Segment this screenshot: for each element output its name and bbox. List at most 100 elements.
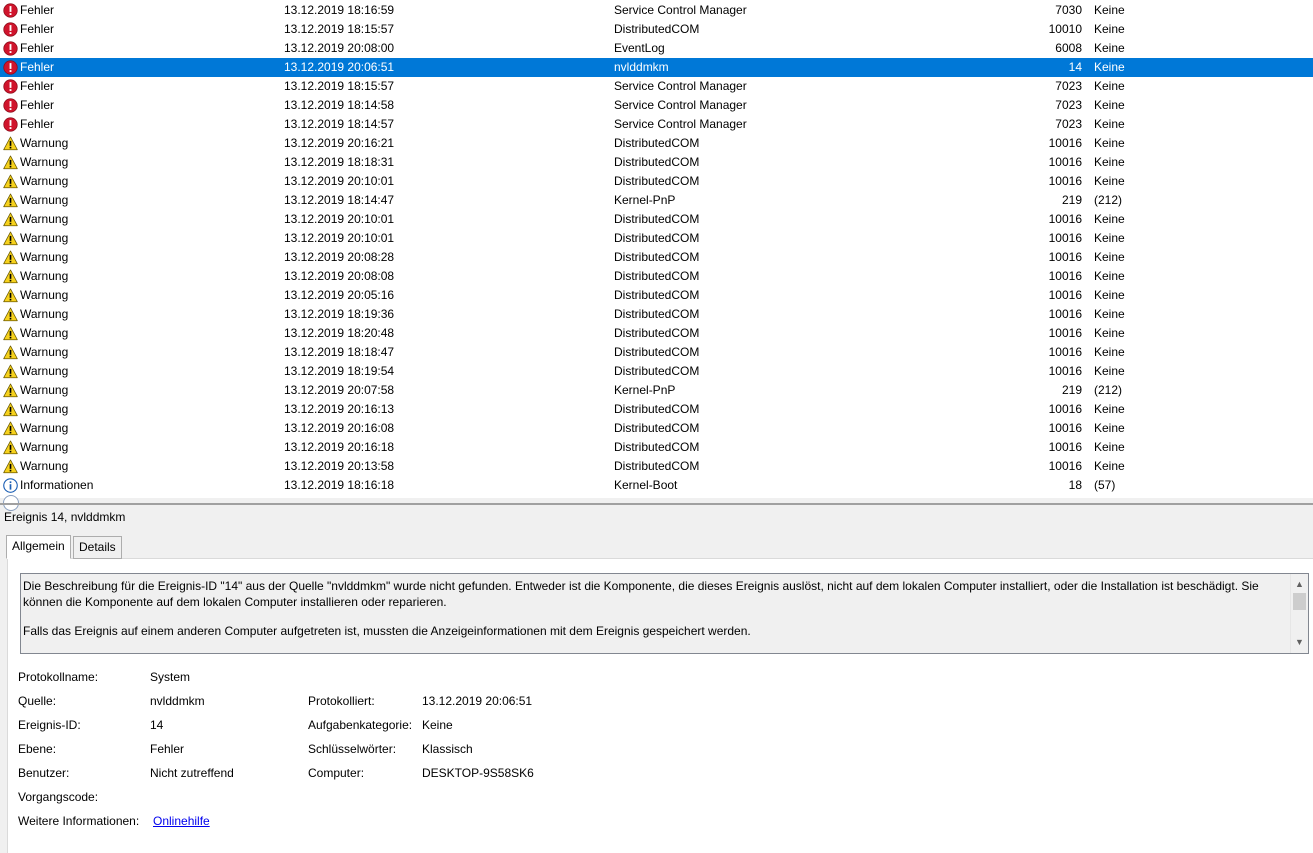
table-row[interactable]: Fehler 13.12.2019 18:14:57 Service Control…	[0, 115, 1313, 134]
table-row[interactable]: Warnung 13.12.2019 18:19:36 DistributedCOM…	[0, 305, 1313, 324]
category-cell: Keine	[1094, 440, 1125, 454]
category-cell: Keine	[1094, 250, 1125, 264]
description-box[interactable]: Die Beschreibung für die Ereignis-ID "14…	[20, 573, 1309, 654]
table-row[interactable]: Warnung 13.12.2019 18:19:54 DistributedCOM…	[0, 362, 1313, 381]
table-row[interactable]: Warnung 13.12.2019 20:07:58 Kernel-PnP 219 (…	[0, 381, 1313, 400]
level-cell: Warnung	[20, 364, 69, 378]
source-cell: DistributedCOM	[614, 250, 700, 264]
warning-icon	[3, 212, 18, 227]
table-row[interactable]: Fehler 13.12.2019 18:16:59 Service Control…	[0, 1, 1313, 20]
table-row[interactable]: Warnung 13.12.2019 20:13:58 DistributedCOM…	[0, 457, 1313, 476]
level-cell: Warnung	[20, 402, 69, 416]
description-scrollbar[interactable]: ▲ ▼	[1290, 574, 1308, 653]
datetime-cell: 13.12.2019 18:16:18	[284, 478, 395, 492]
table-row[interactable]: Warnung 13.12.2019 20:10:01 DistributedCOM…	[0, 229, 1313, 248]
event-id-cell: 7023	[1055, 98, 1082, 112]
warning-icon	[3, 402, 18, 417]
source-cell: DistributedCOM	[614, 326, 700, 340]
source-cell: EventLog	[614, 41, 665, 55]
scroll-down-icon[interactable]: ▼	[1295, 637, 1304, 647]
table-row[interactable]: Warnung 13.12.2019 18:14:47 Kernel-PnP 219 (…	[0, 191, 1313, 210]
table-row[interactable]: Warnung 13.12.2019 20:10:01 DistributedCOM…	[0, 172, 1313, 191]
datetime-cell: 13.12.2019 18:20:48	[284, 326, 395, 340]
category-cell: Keine	[1094, 345, 1125, 359]
table-row[interactable]: Warnung 13.12.2019 20:16:08 DistributedCOM…	[0, 419, 1313, 438]
warning-icon	[3, 174, 18, 189]
level-cell: Fehler	[20, 3, 55, 17]
event-id-cell: 10016	[1048, 269, 1082, 283]
warning-icon	[3, 307, 18, 322]
table-row[interactable]: Warnung 13.12.2019 20:10:01 DistributedCOM…	[0, 210, 1313, 229]
table-row[interactable]: Warnung 13.12.2019 20:16:13 DistributedCOM…	[0, 400, 1313, 419]
source-cell: DistributedCOM	[614, 212, 700, 226]
level-cell: Fehler	[20, 60, 55, 74]
source-cell: DistributedCOM	[614, 440, 700, 454]
table-row[interactable]: Informationen 13.12.2019 18:16:18 Kernel-B…	[0, 476, 1313, 495]
event-id-cell: 6008	[1055, 41, 1082, 55]
datetime-cell: 13.12.2019 20:08:00	[284, 41, 395, 55]
logged-value: 13.12.2019 20:06:51	[422, 694, 533, 708]
source-cell: DistributedCOM	[614, 345, 700, 359]
category-cell: Keine	[1094, 174, 1125, 188]
level-cell: Informationen	[20, 478, 94, 492]
category-cell: Keine	[1094, 117, 1125, 131]
table-row[interactable]: Fehler 13.12.2019 18:15:57 Service Control…	[0, 77, 1313, 96]
eventid-value: 14	[150, 718, 164, 732]
warning-icon	[3, 345, 18, 360]
table-row[interactable]: Fehler 13.12.2019 20:08:00 EventLog 6008 Kei…	[0, 39, 1313, 58]
table-row[interactable]: Warnung 13.12.2019 20:05:16 DistributedCOM…	[0, 286, 1313, 305]
table-row[interactable]: Warnung 13.12.2019 20:08:28 DistributedCOM…	[0, 248, 1313, 267]
datetime-cell: 13.12.2019 20:10:01	[284, 174, 395, 188]
level-cell: Warnung	[20, 250, 69, 264]
category-cell: (212)	[1094, 193, 1123, 207]
logname-label: Protokollname:	[18, 670, 99, 684]
event-id-cell: 10016	[1048, 421, 1082, 435]
table-row[interactable]: Warnung 13.12.2019 20:16:18 DistributedCOM…	[0, 438, 1313, 457]
warning-icon	[3, 269, 18, 284]
datetime-cell: 13.12.2019 20:07:58	[284, 383, 395, 397]
event-id-cell: 10016	[1048, 402, 1082, 416]
pane-splitter[interactable]	[0, 503, 1313, 505]
datetime-cell: 13.12.2019 20:08:28	[284, 250, 395, 264]
datetime-cell: 13.12.2019 18:15:57	[284, 79, 395, 93]
taskcat-label: Aufgabenkategorie:	[308, 718, 413, 732]
category-cell: Keine	[1094, 212, 1125, 226]
datetime-cell: 13.12.2019 18:14:57	[284, 117, 395, 131]
warning-icon	[3, 440, 18, 455]
category-cell: Keine	[1094, 60, 1125, 74]
event-list[interactable]: Fehler 13.12.2019 18:16:59 Service Control…	[0, 0, 1313, 498]
level-cell: Warnung	[20, 269, 69, 283]
table-row[interactable]: Warnung 13.12.2019 20:08:08 DistributedCOM…	[0, 267, 1313, 286]
source-cell: nvlddmkm	[614, 60, 669, 74]
table-row[interactable]: Warnung 13.12.2019 18:20:48 DistributedCOM…	[0, 324, 1313, 343]
level-cell: Warnung	[20, 383, 69, 397]
scroll-thumb[interactable]	[1293, 593, 1306, 610]
scroll-up-icon[interactable]: ▲	[1295, 579, 1304, 589]
datetime-cell: 13.12.2019 20:08:08	[284, 269, 395, 283]
table-row[interactable]: Fehler 13.12.2019 20:06:51 nvlddmkm 14 Keine	[0, 58, 1313, 77]
level-cell: Warnung	[20, 307, 69, 321]
table-row[interactable]: Fehler 13.12.2019 18:14:58 Service Control…	[0, 96, 1313, 115]
table-row[interactable]: Fehler 13.12.2019 18:15:57 DistributedCOM 1…	[0, 20, 1313, 39]
table-row[interactable]: Warnung 13.12.2019 18:18:31 DistributedCOM…	[0, 153, 1313, 172]
category-cell: Keine	[1094, 231, 1125, 245]
category-cell: Keine	[1094, 41, 1125, 55]
tab-details[interactable]: Details	[73, 536, 122, 559]
logged-label: Protokolliert:	[308, 694, 375, 708]
description-text: Die Beschreibung für die Ereignis-ID "14…	[23, 579, 1259, 609]
source-cell: Service Control Manager	[614, 79, 747, 93]
level-cell: Warnung	[20, 421, 69, 435]
warning-icon	[3, 136, 18, 151]
online-help-link[interactable]: Onlinehilfe	[153, 814, 210, 828]
table-row[interactable]: Warnung 13.12.2019 18:18:47 DistributedCOM…	[0, 343, 1313, 362]
level-cell: Warnung	[20, 440, 69, 454]
datetime-cell: 13.12.2019 18:14:58	[284, 98, 395, 112]
category-cell: Keine	[1094, 269, 1125, 283]
tab-general[interactable]: Allgemein	[6, 535, 71, 559]
category-cell: Keine	[1094, 326, 1125, 340]
event-id-cell: 219	[1061, 383, 1082, 397]
source-cell: DistributedCOM	[614, 231, 700, 245]
datetime-cell: 13.12.2019 18:19:36	[284, 307, 395, 321]
event-id-cell: 10016	[1048, 307, 1082, 321]
table-row[interactable]: Warnung 13.12.2019 20:16:21 DistributedCOM…	[0, 134, 1313, 153]
